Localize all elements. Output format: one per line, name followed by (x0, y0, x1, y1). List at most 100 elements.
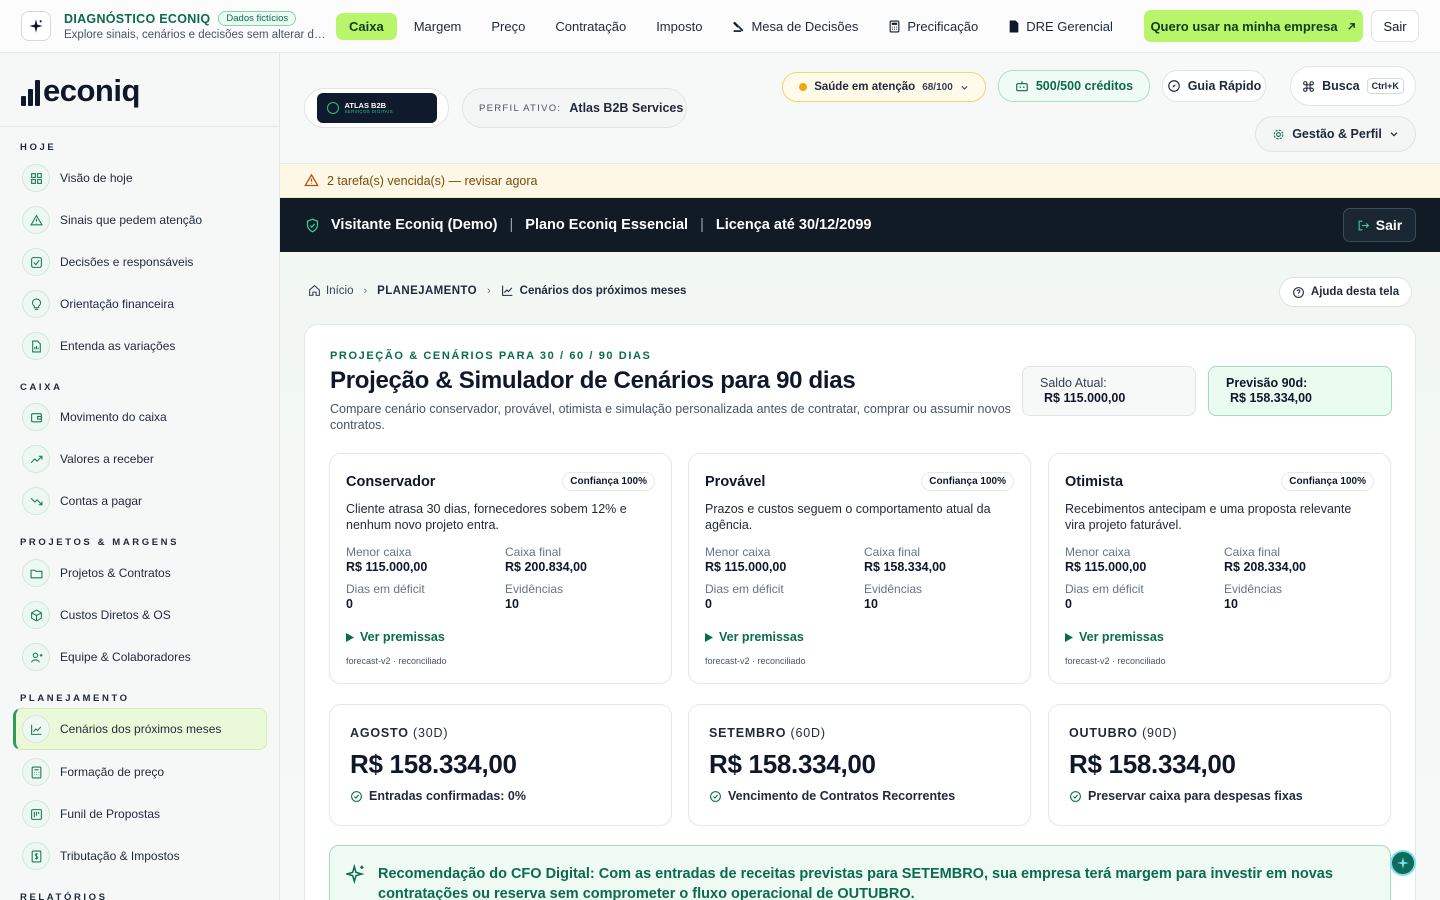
file-chart-icon (22, 332, 50, 360)
chevron-down-icon (961, 85, 968, 90)
nav-mesa-decisoes[interactable]: Mesa de Decisões (719, 13, 871, 40)
search-button[interactable]: Busca Ctrl+K (1290, 66, 1416, 106)
wallet-icon (22, 403, 50, 431)
caret-right-icon (346, 632, 354, 642)
month-card-outubro: OUTUBRO (90D) R$ 158.334,00 Preservar ca… (1048, 704, 1391, 826)
ai-assistant-button[interactable] (1390, 850, 1416, 876)
account-logout-button[interactable]: Sair (1343, 208, 1416, 242)
use-in-company-button[interactable]: Quero usar na minha empresa (1144, 10, 1363, 42)
top-bar: DIAGNÓSTICO ECONIQ Dados fictícios Explo… (0, 0, 1440, 53)
page-description: Compare cenário conservador, provável, o… (330, 402, 1011, 432)
brand-block: DIAGNÓSTICO ECONIQ Dados fictícios Explo… (64, 11, 326, 41)
line-chart-icon (22, 715, 50, 743)
sidebar-item-orientacao[interactable]: Orientação financeira (22, 286, 266, 322)
gavel-icon (733, 21, 744, 32)
sidebar-item-funil[interactable]: Funil de Propostas (22, 796, 266, 832)
sidebar-item-decisoes[interactable]: Decisões e responsáveis (22, 244, 266, 280)
cfo-recommendation: Recomendação do CFO Digital: Com as entr… (329, 845, 1391, 900)
sparkles-icon (346, 864, 365, 884)
brand-title: DIAGNÓSTICO ECONIQ (64, 11, 211, 26)
check-circle-icon (1070, 790, 1081, 802)
sparkle-icon (1397, 857, 1409, 869)
main-area: ATLAS B2B SERVIÇOS DIGITAIS PERFIL ATIVO… (280, 53, 1440, 900)
folder-icon (22, 559, 50, 587)
nav-caixa[interactable]: Caixa (336, 12, 397, 40)
brand-subtitle: Explore sinais, cenários e decisões sem … (64, 29, 326, 41)
line-chart-icon (501, 285, 513, 296)
check-circle-icon (351, 790, 362, 802)
sidebar-item-contas-pagar[interactable]: Contas a pagar (22, 483, 266, 519)
view-premises-toggle[interactable]: Ver premissas (346, 630, 445, 644)
atlas-mark-icon (326, 102, 339, 114)
sidebar-item-visao-de-hoje[interactable]: Visão de hoje (22, 160, 266, 196)
check-circle-icon (710, 790, 721, 802)
help-circle-icon (1292, 286, 1304, 298)
breadcrumb-section[interactable]: PLANEJAMENTO (377, 285, 477, 297)
quick-guide-button[interactable]: Guia Rápido (1162, 70, 1266, 102)
command-icon (1303, 80, 1315, 92)
funnel-icon (22, 800, 50, 828)
nav-contratacao[interactable]: Contratação (542, 13, 639, 40)
trend-up-icon (22, 445, 50, 473)
sidebar-item-valores-receber[interactable]: Valores a receber (22, 441, 266, 477)
nav-margem[interactable]: Margem (401, 13, 475, 40)
overdue-tasks-alert[interactable]: 2 tarefa(s) vencida(s) — revisar agora (280, 164, 1440, 198)
sidebar-section-caixa: CAIXA (20, 382, 63, 393)
calculator-icon (22, 758, 50, 786)
forecast-90d: Previsão 90d: R$ 158.334,00 (1208, 366, 1392, 416)
breadcrumb-home[interactable]: Início (326, 285, 354, 297)
month-value: R$ 158.334,00 (709, 749, 876, 779)
page-content: Início › PLANEJAMENTO › Cenários dos pró… (280, 252, 1440, 900)
scenario-simulator-card: PROJEÇÃO & CENÁRIOS PARA 30 / 60 / 90 DI… (304, 324, 1416, 900)
nav-dre-gerencial[interactable]: DRE Gerencial (995, 13, 1126, 40)
sidebar-item-custos-diretos[interactable]: Custos Diretos & OS (22, 597, 266, 633)
client-logo[interactable]: ATLAS B2B SERVIÇOS DIGITAIS (304, 88, 449, 128)
checkbox-icon (22, 248, 50, 276)
nav-preco[interactable]: Preço (478, 13, 538, 40)
page-title: Projeção & Simulador de Cenários para 90… (330, 367, 856, 394)
scenario-card-otimista: Otimista Confiança 100% Recebimentos ant… (1048, 453, 1391, 684)
health-status-button[interactable]: Saúde em atenção 68/100 (782, 72, 986, 102)
account-user: Visitante Econiq (Demo) (331, 217, 498, 233)
sidebar-item-variacoes[interactable]: Entenda as variações (22, 328, 266, 364)
arrow-up-right-icon (1347, 22, 1355, 30)
compass-icon (1167, 80, 1180, 92)
shield-check-icon (306, 218, 319, 232)
view-premises-toggle[interactable]: Ver premissas (1065, 630, 1164, 644)
calculator-icon (890, 20, 900, 32)
sidebar-section-planejamento: PLANEJAMENTO (20, 693, 130, 704)
screen-help-button[interactable]: Ajuda desta tela (1279, 277, 1412, 307)
sidebar-item-movimento-caixa[interactable]: Movimento do caixa (22, 399, 266, 435)
current-balance: Saldo Atual: R$ 115.000,00 (1022, 366, 1196, 416)
document-icon (1009, 20, 1019, 32)
sidebar: econiq HOJE Visão de hoje Sinais que ped… (0, 53, 280, 900)
sidebar-item-formacao-preco[interactable]: Formação de preço (22, 754, 266, 790)
sidebar-item-equipe[interactable]: Equipe & Colaboradores (22, 639, 266, 675)
account-bar: Visitante Econiq (Demo) | Plano Econiq E… (280, 198, 1440, 252)
top-logout-button[interactable]: Sair (1371, 10, 1419, 42)
breadcrumb: Início › PLANEJAMENTO › Cenários dos pró… (308, 284, 686, 297)
box-icon (22, 601, 50, 629)
sidebar-item-tributacao[interactable]: Tributação & Impostos (22, 838, 266, 874)
nav-precificacao[interactable]: Precificação (875, 13, 991, 40)
active-profile[interactable]: PERFIL ATIVO: Atlas B2B Services (462, 88, 687, 128)
nav-imposto[interactable]: Imposto (643, 13, 715, 40)
sidebar-item-projetos-contratos[interactable]: Projetos & Contratos (22, 555, 266, 591)
fictitious-data-badge: Dados fictícios (218, 11, 297, 26)
settings-profile-button[interactable]: Gestão & Perfil (1255, 116, 1416, 152)
warning-icon (22, 206, 50, 234)
sidebar-section-relatorios: RELATÓRIOS (20, 892, 108, 900)
breadcrumb-page: Cenários dos próximos meses (519, 284, 687, 297)
credits-button[interactable]: 500/500 créditos (998, 70, 1150, 102)
chevron-down-icon (1390, 132, 1398, 137)
view-premises-toggle[interactable]: Ver premissas (705, 630, 804, 644)
account-license: Licença até 30/12/2099 (715, 217, 872, 233)
confidence-badge: Confiança 100% (1281, 472, 1374, 491)
trend-down-icon (22, 487, 50, 515)
sidebar-item-sinais[interactable]: Sinais que pedem atenção (22, 202, 266, 238)
home-icon (309, 284, 320, 296)
sidebar-item-cenarios[interactable]: Cenários dos próximos meses (13, 708, 267, 750)
page-kicker: PROJEÇÃO & CENÁRIOS PARA 30 / 60 / 90 DI… (330, 350, 652, 362)
caret-right-icon (1065, 632, 1073, 642)
econiq-logo: econiq (21, 75, 140, 106)
